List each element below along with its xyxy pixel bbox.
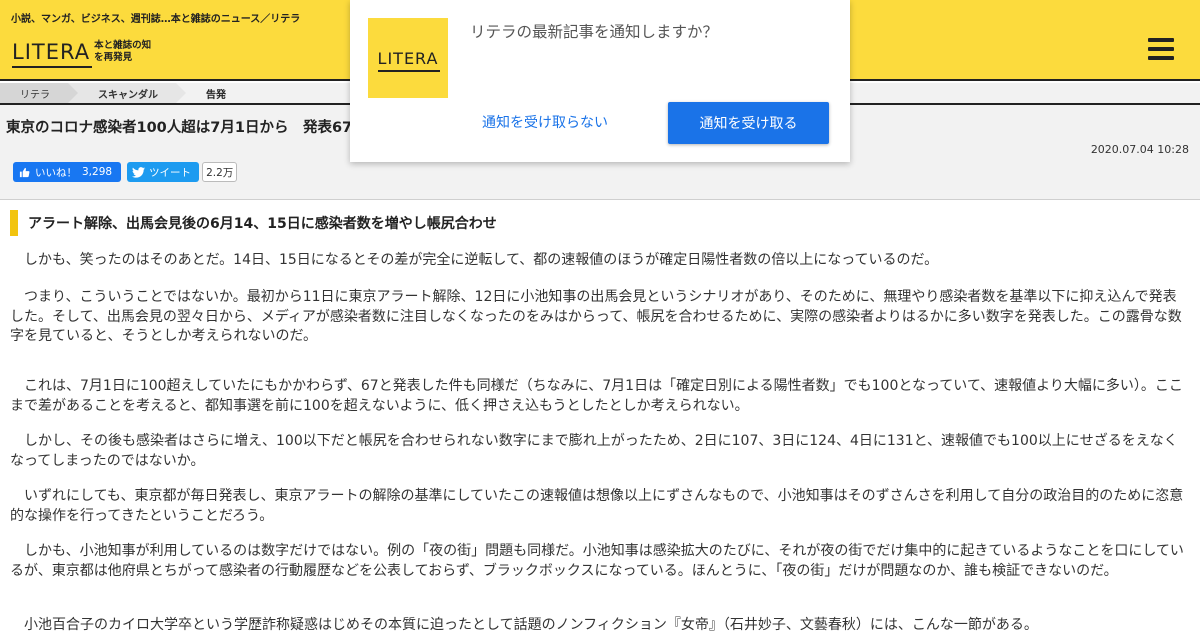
prompt-logo-wordmark: LITERA: [377, 48, 441, 72]
decline-notifications-button[interactable]: 通知を受け取らない: [482, 112, 608, 132]
breadcrumb-current[interactable]: 告発: [176, 83, 244, 103]
breadcrumb-home[interactable]: リテラ: [0, 83, 78, 103]
article-paragraph: これは、7月1日に100超えしていたにもかかわらず、67と発表した件も同様だ（ち…: [10, 378, 1183, 414]
social-buttons: いいね！ 3,298 ツイート 2.2万: [13, 162, 238, 182]
article-paragraph: 小池百合子のカイロ大学卒という学歴詐称疑惑はじめその本質に迫ったとして話題のノン…: [24, 617, 1038, 633]
article-paragraph: いずれにしても、東京都が毎日発表し、東京アラートの解除の基準にしていたこの速報値…: [10, 488, 1184, 524]
facebook-thumb-icon: [19, 167, 30, 177]
menu-bar: [1148, 56, 1174, 60]
article-paragraph: しかも、小池知事が利用しているのは数字だけではない。例の「夜の街」問題も同様だ。…: [10, 543, 1184, 579]
prompt-message: リテラの最新記事を通知しますか？: [470, 23, 719, 41]
article-date: 2020.07.04 10:28: [1090, 143, 1189, 156]
tweet-count: 2.2万: [202, 162, 238, 182]
notification-prompt: LITERA リテラの最新記事を通知しますか？ 通知を受け取らない 通知を受け取…: [350, 0, 850, 162]
breadcrumb-category[interactable]: スキャンダル: [68, 83, 186, 103]
menu-bar: [1148, 38, 1174, 42]
twitter-bird-icon: [132, 166, 146, 178]
accept-notifications-button[interactable]: 通知を受け取る: [668, 102, 829, 144]
article-subheading: アラート解除、出馬会見後の6月14、15日に感染者数を増やし帳尻合わせ: [10, 210, 497, 236]
article-paragraph: しかし、その後も感染者はさらに増え、100以下だと帳尻を合わせられない数字にまで…: [10, 433, 1178, 469]
menu-bar: [1148, 47, 1174, 51]
twitter-tweet-button[interactable]: ツイート: [127, 162, 200, 182]
article-paragraph: しかも、笑ったのはそのあとだ。14日、15日になるとその差が完全に逆転して、都の…: [24, 252, 939, 268]
facebook-like-count: 3,298: [82, 166, 113, 178]
article-paragraph: つまり、こういうことではないか。最初から11日に東京アラート解除、12日に小池知…: [10, 289, 1182, 344]
twitter-tweet-label: ツイート: [149, 166, 192, 179]
hamburger-icon[interactable]: [1148, 38, 1174, 60]
site-logo[interactable]: LITERA 本と雑誌の知を再発見: [12, 37, 154, 68]
article-title: 東京のコロナ感染者100人超は7月1日から 発表67人: [6, 120, 367, 136]
logo-subtitle: 本と雑誌の知を再発見: [94, 40, 152, 63]
site-tagline: 小説、マンガ、ビジネス、週刊誌…本と雑誌のニュース／リテラ: [11, 14, 301, 25]
logo-wordmark: LITERA: [12, 40, 93, 68]
facebook-like-button[interactable]: いいね！ 3,298: [13, 162, 122, 182]
prompt-logo: LITERA: [368, 18, 448, 98]
facebook-like-label: いいね！: [35, 166, 77, 179]
